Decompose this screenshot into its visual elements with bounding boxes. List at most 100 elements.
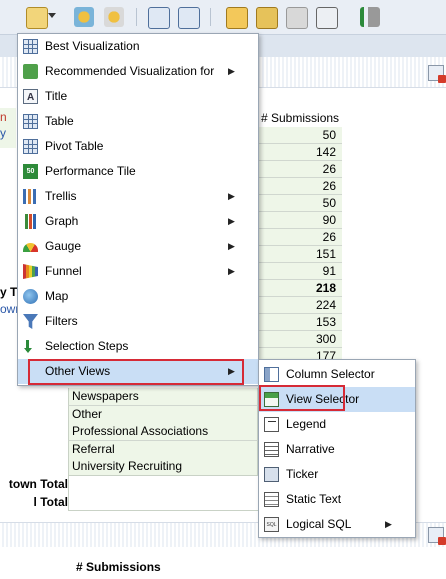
submissions-cell: 50: [258, 127, 342, 144]
category-cell[interactable]: Newspapers: [68, 388, 258, 406]
menu-item-label: Graph: [45, 214, 79, 228]
funnel-icon: [23, 264, 38, 279]
menu-item-label: Gauge: [45, 239, 82, 253]
table-icon: [23, 114, 38, 129]
settings-icon[interactable]: [104, 7, 124, 27]
total-row-cells: [68, 475, 258, 511]
menu-item-narrative[interactable]: Narrative: [259, 437, 415, 462]
submenu-arrow-icon: ▶: [228, 216, 235, 226]
properties-icon[interactable]: [226, 7, 248, 29]
trellis-icon: [23, 189, 38, 204]
left-fragment-text: y: [0, 126, 6, 140]
menu-item-label: Map: [45, 289, 69, 303]
category-cell[interactable]: Referral: [68, 440, 258, 459]
menu-item-label: Table: [45, 114, 74, 128]
submissions-cell: 218: [258, 280, 342, 297]
submenu-arrow-icon: ▶: [228, 66, 235, 76]
new-view-icon[interactable]: [26, 7, 48, 29]
left-cell-fragment: n y: [0, 108, 16, 148]
performance-tile-icon: 50: [23, 164, 38, 179]
add-views-icon[interactable]: [74, 7, 94, 27]
category-cell[interactable]: University Recruiting: [68, 458, 258, 476]
xml-icon[interactable]: [148, 7, 170, 29]
submissions-cell: 50: [258, 195, 342, 212]
static-text-icon: [264, 492, 279, 507]
menu-item-label: Funnel: [45, 264, 82, 278]
menu-item-label: Title: [45, 89, 68, 103]
chevron-down-icon[interactable]: [48, 13, 56, 18]
menu-item-filters[interactable]: Filters: [18, 309, 258, 334]
submissions-cell: 91: [258, 263, 342, 280]
menu-item-column-selector[interactable]: Column Selector: [259, 362, 415, 387]
menu-item-map[interactable]: Map: [18, 284, 258, 309]
column-selector-icon: [264, 367, 279, 382]
submenu-arrow-icon: ▶: [228, 241, 235, 251]
toolbar-separator: [136, 8, 137, 26]
menu-item-label: Ticker: [286, 467, 319, 481]
category-cell[interactable]: Other: [68, 405, 258, 424]
logical-sql-icon: SQL: [264, 517, 279, 532]
add-view-menu: Best Visualization Recommended Visualizat…: [17, 33, 259, 386]
layout-icon[interactable]: [256, 7, 278, 29]
menu-item-title[interactable]: Title: [18, 84, 258, 110]
grand-total-label: l Total: [0, 493, 69, 511]
menu-item-label: Logical SQL: [286, 517, 352, 531]
menu-item-label: Filters: [45, 314, 78, 328]
menu-item-best-visualization[interactable]: Best Visualization: [18, 34, 258, 59]
selection-steps-icon: [23, 339, 38, 354]
recommended-star-icon: [23, 64, 38, 79]
menu-item-label: Trellis: [45, 189, 77, 203]
annotation-highlight-other-views: [28, 359, 244, 385]
category-cell[interactable]: Professional Associations: [68, 423, 258, 441]
toolbar: [0, 0, 446, 35]
submissions-cell: 26: [258, 229, 342, 246]
title-icon: [23, 85, 38, 110]
submenu-arrow-icon: ▶: [228, 191, 235, 201]
submissions-cell: 26: [258, 178, 342, 195]
total-label: town Total: [0, 475, 69, 493]
filter-icon: [23, 314, 38, 329]
menu-item-ticker[interactable]: Ticker: [259, 462, 415, 487]
sort-icon[interactable]: [360, 7, 380, 27]
menu-item-selection-steps[interactable]: Selection Steps: [18, 334, 258, 359]
footer-column-header: # Submissions: [76, 560, 161, 574]
submissions-cell: 26: [258, 161, 342, 178]
menu-item-trellis[interactable]: Trellis ▶: [18, 184, 258, 209]
menu-item-label: Best Visualization: [45, 39, 140, 53]
menu-item-graph[interactable]: Graph ▶: [18, 209, 258, 234]
delete-icon[interactable]: [286, 7, 308, 29]
menu-item-legend[interactable]: Legend: [259, 412, 415, 437]
menu-item-label: Column Selector: [286, 367, 375, 381]
view-properties-icon[interactable]: [428, 527, 446, 545]
narrative-icon: [264, 442, 279, 457]
menu-item-label: Recommended Visualization for: [45, 64, 215, 78]
annotation-highlight-view-selector: [259, 385, 345, 411]
view-properties-icon[interactable]: [428, 65, 446, 83]
table-grid-icon: [23, 39, 38, 54]
menu-item-pivot-table[interactable]: Pivot Table: [18, 134, 258, 159]
ticker-icon: [264, 467, 279, 482]
legend-icon: [264, 417, 279, 432]
pivot-table-icon: [23, 139, 38, 154]
menu-item-funnel[interactable]: Funnel ▶: [18, 259, 258, 284]
menu-item-label: Legend: [286, 417, 327, 431]
menu-item-gauge[interactable]: Gauge ▶: [18, 234, 258, 259]
submenu-arrow-icon: ▶: [385, 519, 392, 529]
menu-item-table[interactable]: Table: [18, 109, 258, 134]
filter-bar-icon[interactable]: [316, 7, 338, 29]
print-icon[interactable]: [178, 7, 200, 29]
menu-item-recommended-visualization-for[interactable]: Recommended Visualization for ▶: [18, 59, 258, 84]
menu-item-logical-sql[interactable]: SQL Logical SQL ▶: [259, 512, 415, 537]
menu-item-label: Narrative: [286, 442, 335, 456]
submissions-cell: 224: [258, 297, 342, 314]
submissions-cell: 153: [258, 314, 342, 331]
submissions-cell: 300: [258, 331, 342, 348]
column-header-submissions[interactable]: # Submissions: [258, 110, 342, 127]
menu-item-label: Selection Steps: [45, 339, 129, 353]
menu-item-performance-tile[interactable]: 50 Performance Tile: [18, 159, 258, 184]
menu-item-static-text[interactable]: Static Text: [259, 487, 415, 512]
gauge-icon: [23, 243, 38, 252]
menu-item-label: Performance Tile: [45, 164, 136, 178]
submenu-arrow-icon: ▶: [228, 266, 235, 276]
menu-item-label: Static Text: [286, 492, 342, 506]
